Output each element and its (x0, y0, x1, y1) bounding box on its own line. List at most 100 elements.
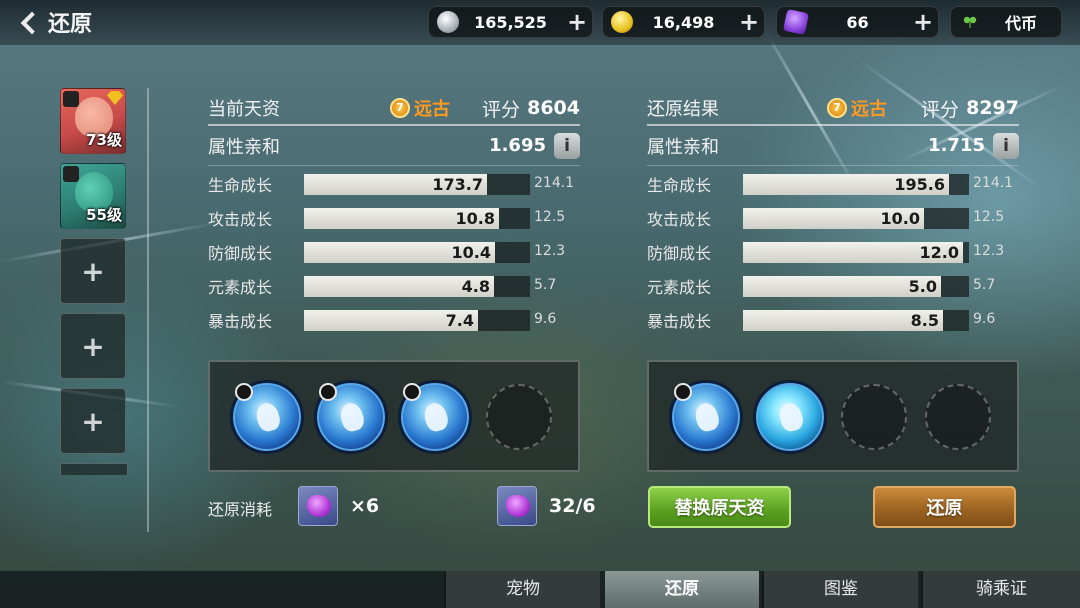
stat-value: 7.4 (445, 311, 474, 330)
stat-bar: 8.5 (743, 310, 969, 331)
stat-value: 4.8 (461, 277, 490, 296)
stat-value: 10.0 (880, 209, 920, 228)
current-aptitude-panel: 当前天资 7 远古 评分 8604 属性亲和 1.695 i 生命成长 173.7… (208, 92, 580, 336)
empty-pet-slot-4[interactable] (60, 463, 128, 475)
add-silver-button[interactable]: + (562, 7, 592, 37)
skill-slot-1[interactable] (230, 380, 304, 454)
score-label: 评分 (482, 98, 521, 121)
info-button[interactable]: i (554, 132, 580, 159)
stat-max: 12.5 (973, 209, 1005, 225)
vertical-divider (147, 88, 149, 532)
pet-level: 55级 (86, 206, 122, 224)
gold-currency: 16,498 + (602, 6, 765, 38)
stat-row: 防御成长 10.4 12.3 (208, 234, 580, 268)
stat-value: 12.0 (919, 243, 959, 262)
info-button[interactable]: i (993, 132, 1019, 159)
stat-value: 10.4 (451, 243, 491, 262)
stat-bar: 7.4 (304, 310, 530, 331)
restore-button[interactable]: 还原 (873, 486, 1016, 528)
stat-bar: 4.8 (304, 276, 530, 297)
stat-max: 12.3 (973, 243, 1005, 259)
panel-header: 还原结果 7 远古 评分 8297 (647, 92, 1019, 126)
purple-gem-icon (782, 8, 810, 36)
pet-slot-2[interactable]: 55级 (60, 163, 126, 229)
tab-encyclopedia[interactable]: 图鉴 (762, 571, 918, 608)
stat-row: 攻击成长 10.8 12.5 (208, 200, 580, 234)
rank-icon: 7 (390, 98, 410, 118)
back-arrow-icon (18, 11, 40, 33)
skill-slot-empty[interactable] (486, 384, 552, 450)
page-title: 还原 (48, 12, 93, 37)
stat-label: 元素成长 (647, 278, 712, 297)
stat-row: 生命成长 173.7 214.1 (208, 166, 580, 200)
stat-value: 10.8 (455, 209, 495, 228)
result-skill-box (647, 360, 1019, 472)
skill-slot-empty[interactable] (925, 384, 991, 450)
stat-bar: 12.0 (743, 242, 969, 263)
stat-label: 防御成长 (208, 244, 273, 263)
token-label: 代币 (1004, 14, 1037, 33)
tab-restore[interactable]: 还原 (603, 571, 759, 608)
affinity-value: 1.695 (489, 135, 546, 156)
skill-badge-icon (403, 383, 421, 401)
affinity-row: 属性亲和 1.695 i (208, 126, 580, 166)
skill-slot-2[interactable] (753, 380, 827, 454)
stat-bar: 195.6 (743, 174, 969, 195)
score-value: 8604 (527, 97, 580, 119)
add-gem-button[interactable]: + (908, 7, 938, 37)
score-value: 8297 (966, 97, 1019, 119)
replace-aptitude-button[interactable]: 替换原天资 (648, 486, 791, 528)
pet-slot-1[interactable]: 73级 (60, 88, 126, 154)
restore-stone-icon[interactable] (497, 486, 537, 526)
stat-value: 173.7 (432, 175, 483, 194)
stat-label: 生命成长 (647, 176, 712, 195)
stat-max: 12.5 (534, 209, 566, 225)
stat-max: 5.7 (534, 277, 557, 293)
stat-row: 暴击成长 7.4 9.6 (208, 302, 580, 336)
stat-list: 生命成长 173.7 214.1 攻击成长 10.8 12.5 防御成长 10.4 12.3 元素… (208, 166, 580, 336)
cost-label: 还原消耗 (208, 500, 273, 519)
stat-label: 元素成长 (208, 278, 273, 297)
stat-value: 5.0 (908, 277, 937, 296)
restore-stone-icon[interactable] (298, 486, 338, 526)
stat-label: 攻击成长 (647, 210, 712, 229)
stat-row: 元素成长 4.8 5.7 (208, 268, 580, 302)
result-aptitude-panel: 还原结果 7 远古 评分 8297 属性亲和 1.715 i 生命成长 195.6… (647, 92, 1019, 336)
stat-value: 195.6 (894, 175, 945, 194)
empty-pet-slot-2[interactable]: + (60, 313, 126, 379)
skill-slot-3[interactable] (398, 380, 472, 454)
tab-pets[interactable]: 宠物 (444, 571, 600, 608)
back-button[interactable]: 还原 (18, 6, 92, 38)
stat-max: 214.1 (973, 175, 1014, 191)
skill-slot-2[interactable] (314, 380, 388, 454)
empty-pet-slot-3[interactable]: + (60, 388, 126, 454)
gem-currency: 66 + (776, 6, 939, 38)
token-currency[interactable]: 代币 (950, 6, 1062, 38)
stat-row: 元素成长 5.0 5.7 (647, 268, 1019, 302)
skill-badge-icon (319, 383, 337, 401)
stat-bar: 10.0 (743, 208, 969, 229)
gold-amount: 16,498 (652, 12, 715, 32)
silver-coin-icon (437, 11, 459, 33)
stat-bar: 10.4 (304, 242, 530, 263)
rank-label: 远古 (414, 99, 450, 120)
panel-title: 当前天资 (208, 99, 280, 120)
stat-bar: 173.7 (304, 174, 530, 195)
pet-level: 73级 (86, 131, 122, 149)
stat-value: 8.5 (910, 311, 939, 330)
skill-slot-1[interactable] (669, 380, 743, 454)
current-skill-box (208, 360, 580, 472)
empty-pet-slot-1[interactable]: + (60, 238, 126, 304)
tab-mount-license[interactable]: 骑乘证 (921, 571, 1080, 608)
affinity-label: 属性亲和 (208, 136, 280, 158)
stat-max: 9.6 (973, 311, 996, 327)
stat-max: 9.6 (534, 311, 557, 327)
add-gold-button[interactable]: + (734, 7, 764, 37)
stat-bar: 5.0 (743, 276, 969, 297)
silver-amount: 165,525 (474, 12, 547, 32)
gold-coin-icon (611, 11, 633, 33)
skill-slot-empty[interactable] (841, 384, 907, 450)
stat-max: 5.7 (973, 277, 996, 293)
stat-list: 生命成长 195.6 214.1 攻击成长 10.0 12.5 防御成长 12.0 12.3 元素… (647, 166, 1019, 336)
stat-label: 生命成长 (208, 176, 273, 195)
